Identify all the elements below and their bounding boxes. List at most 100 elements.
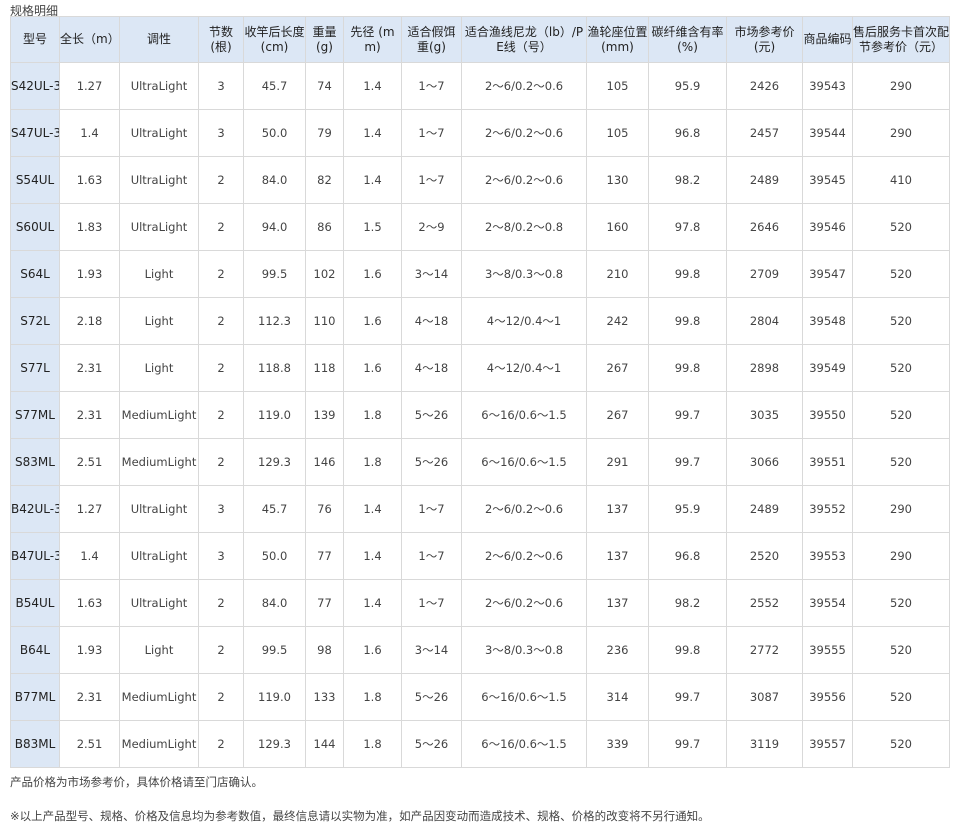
table-cell: 1.6 (343, 626, 402, 674)
model-cell: B64L (10, 626, 60, 674)
table-cell: 144 (305, 720, 344, 768)
table-cell: 1～7 (401, 532, 462, 580)
table-row: B47UL-3 1.4 UltraLight 3 50.0 77 1.4 1～7 2～6/0.2… (10, 532, 950, 580)
table-cell: 96.8 (648, 109, 727, 157)
table-cell: 160 (586, 203, 649, 251)
table-cell: 39550 (802, 391, 853, 439)
table-row: S42UL-3 1.27 UltraLight 3 45.7 74 1.4 1～7 2～6/0.… (10, 62, 950, 110)
table-row: S64L 1.93 Light 2 99.5 102 1.6 3～14 3～8/0.3～0.8 2… (10, 250, 950, 298)
table-cell: 1.93 (59, 626, 120, 674)
table-cell: 2457 (726, 109, 803, 157)
table-cell: UltraLight (119, 62, 199, 110)
table-row: S60UL 1.83 UltraLight 2 94.0 86 1.5 2～9 2～8/0.2～… (10, 203, 950, 251)
table-cell: 45.7 (243, 485, 306, 533)
table-cell: 3～8/0.3～0.8 (461, 626, 587, 674)
table-cell: 130 (586, 156, 649, 204)
column-header: 全长（m） (59, 16, 120, 63)
table-cell: 77 (305, 579, 344, 627)
table-cell: 2.31 (59, 673, 120, 721)
table-cell: 39545 (802, 156, 853, 204)
table-cell: 1.4 (59, 532, 120, 580)
table-row: B42UL-3 1.27 UltraLight 3 45.7 76 1.4 1～7 2～6/0.… (10, 485, 950, 533)
table-cell: 1～7 (401, 109, 462, 157)
table-cell: 1.6 (343, 297, 402, 345)
table-cell: 2～6/0.2～0.6 (461, 532, 587, 580)
table-cell: 2 (198, 720, 244, 768)
table-row: S54UL 1.63 UltraLight 2 84.0 82 1.4 1～7 2～6/0.2～… (10, 156, 950, 204)
table-cell: 39556 (802, 673, 853, 721)
table-cell: 84.0 (243, 156, 306, 204)
table-cell: 2.51 (59, 720, 120, 768)
column-header: 市场参考价(元) (726, 16, 803, 63)
table-cell: 39548 (802, 297, 853, 345)
column-header: 先径 (mm) (343, 16, 402, 63)
disclaimer-note: ※以上产品型号、规格、价格及信息均为参考数值，最终信息请以实物为准，如产品因变动… (10, 809, 710, 823)
header-row: 型号 全长（m） 调性 节数(根) 收竿后长度(cm) 重量(g) 先径 (mm) 适合假饵重… (10, 16, 950, 63)
model-cell: S54UL (10, 156, 60, 204)
table-cell: 242 (586, 297, 649, 345)
table-cell: 520 (852, 344, 950, 392)
table-cell: 133 (305, 673, 344, 721)
table-cell: 1.63 (59, 156, 120, 204)
table-cell: 3 (198, 109, 244, 157)
table-cell: 2 (198, 203, 244, 251)
table-cell: 2～6/0.2～0.6 (461, 156, 587, 204)
column-header: 售后服务卡首次配节参考价（元） (852, 16, 950, 63)
table-row: S83ML 2.51 MediumLight 2 129.3 146 1.8 5～26 6～16… (10, 438, 950, 486)
table-cell: 2 (198, 344, 244, 392)
table-cell: 2～6/0.2～0.6 (461, 62, 587, 110)
table-cell: 3～14 (401, 250, 462, 298)
table-cell: 76 (305, 485, 344, 533)
table-cell: 99.7 (648, 720, 727, 768)
table-row: S77L 2.31 Light 2 118.8 118 1.6 4～18 4～12/0.4～1 2… (10, 344, 950, 392)
table-cell: 4～18 (401, 297, 462, 345)
table-cell: 290 (852, 62, 950, 110)
table-cell: 74 (305, 62, 344, 110)
price-note: 产品价格为市场参考价，具体价格请至门店确认。 (10, 775, 263, 789)
table-cell: Light (119, 297, 199, 345)
table-cell: 6～16/0.6～1.5 (461, 438, 587, 486)
model-cell: S83ML (10, 438, 60, 486)
table-cell: Light (119, 626, 199, 674)
model-cell: S72L (10, 297, 60, 345)
table-cell: 5～26 (401, 720, 462, 768)
table-cell: 1.6 (343, 250, 402, 298)
table-cell: 139 (305, 391, 344, 439)
table-cell: 95.9 (648, 62, 727, 110)
table-cell: 1～7 (401, 62, 462, 110)
table-cell: 4～12/0.4～1 (461, 344, 587, 392)
table-cell: 99.7 (648, 673, 727, 721)
table-cell: 39553 (802, 532, 853, 580)
table-cell: 97.8 (648, 203, 727, 251)
table-cell: 2～8/0.2～0.8 (461, 203, 587, 251)
table-cell: 118 (305, 344, 344, 392)
table-cell: 39546 (802, 203, 853, 251)
model-cell: B83ML (10, 720, 60, 768)
table-cell: 1.4 (343, 485, 402, 533)
table-cell: 4～18 (401, 344, 462, 392)
table-cell: 520 (852, 203, 950, 251)
table-cell: UltraLight (119, 532, 199, 580)
column-header: 重量(g) (305, 16, 344, 63)
table-cell: 2 (198, 438, 244, 486)
table-cell: 3035 (726, 391, 803, 439)
table-cell: 3066 (726, 438, 803, 486)
table-row: S47UL-3 1.4 UltraLight 3 50.0 79 1.4 1～7 2～6/0.2… (10, 109, 950, 157)
table-cell: 2.18 (59, 297, 120, 345)
table-cell: 2489 (726, 156, 803, 204)
table-cell: 99.5 (243, 626, 306, 674)
column-header: 渔轮座位置(mm) (586, 16, 649, 63)
table-cell: 79 (305, 109, 344, 157)
table-cell: 2489 (726, 485, 803, 533)
table-cell: 98.2 (648, 579, 727, 627)
table-cell: 1.4 (343, 532, 402, 580)
table-cell: 2898 (726, 344, 803, 392)
table-cell: 50.0 (243, 532, 306, 580)
table-cell: 2～6/0.2～0.6 (461, 109, 587, 157)
table-cell: 99.8 (648, 626, 727, 674)
table-cell: UltraLight (119, 203, 199, 251)
table-cell: 4～12/0.4～1 (461, 297, 587, 345)
table-cell: 5～26 (401, 673, 462, 721)
table-cell: 2 (198, 626, 244, 674)
table-cell: 3087 (726, 673, 803, 721)
